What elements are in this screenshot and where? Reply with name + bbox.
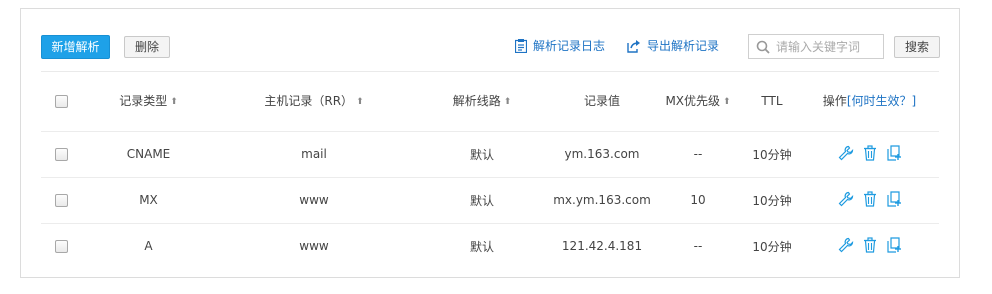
cell-type: MX: [81, 176, 216, 223]
sort-icon: ⬆: [723, 97, 731, 108]
dns-records-panel: 新增解析 删除 解析记录日志 导出解析记录 请输入关键字词 搜索 记录类型 ⬆ …: [20, 8, 960, 278]
table-row: CNAME mail 默认 ym.163.com -- 10分钟: [41, 130, 939, 177]
row-checkbox[interactable]: [54, 148, 68, 161]
cell-mx: 10: [652, 176, 744, 223]
header-select-all: [41, 71, 81, 131]
wrench-icon[interactable]: [838, 145, 854, 161]
add-copy-icon[interactable]: [886, 144, 902, 161]
record-log-label: 解析记录日志: [533, 39, 606, 53]
cell-line: 默认: [412, 222, 552, 269]
header-record-type[interactable]: 记录类型 ⬆: [81, 71, 216, 131]
when-effective-link[interactable]: [何时生效？]: [847, 94, 916, 108]
cell-host: www: [216, 176, 412, 223]
header-ops: 操作[何时生效？]: [822, 94, 917, 109]
dns-records-table: 记录类型 ⬆ 主机记录（RR） ⬆ 解析线路 ⬆ 记录值 MX优先级 ⬆ TTL 操作[…: [41, 71, 939, 269]
export-icon: [627, 40, 640, 53]
table-header-row: 记录类型 ⬆ 主机记录（RR） ⬆ 解析线路 ⬆ 记录值 MX优先级 ⬆ TTL 操作[…: [41, 71, 939, 131]
header-line[interactable]: 解析线路 ⬆: [412, 71, 552, 131]
trash-icon[interactable]: [862, 237, 878, 253]
cell-type: CNAME: [81, 130, 216, 177]
delete-button[interactable]: 删除: [124, 36, 170, 58]
cell-ttl: 10分钟: [744, 176, 800, 223]
cell-ttl: 10分钟: [744, 130, 800, 177]
search-icon: [756, 40, 770, 54]
cell-host: mail: [216, 130, 412, 177]
cell-ttl: 10分钟: [744, 222, 800, 269]
cell-ops: [800, 130, 939, 177]
cell-ops: [800, 222, 939, 269]
export-records-label: 导出解析记录: [647, 39, 720, 53]
toolbar: 新增解析 删除 解析记录日志 导出解析记录 请输入关键字词 搜索: [21, 9, 959, 71]
wrench-icon[interactable]: [838, 237, 854, 253]
cell-line: 默认: [412, 130, 552, 177]
wrench-icon[interactable]: [838, 191, 854, 207]
trash-icon[interactable]: [862, 144, 878, 161]
cell-line: 默认: [412, 176, 552, 223]
record-log-link[interactable]: 解析记录日志: [515, 37, 605, 55]
header-ttl: TTL: [761, 93, 783, 108]
header-mx[interactable]: MX优先级 ⬆: [652, 71, 744, 131]
search-box: [748, 34, 884, 59]
row-checkbox[interactable]: [54, 194, 68, 207]
add-copy-icon[interactable]: [886, 190, 902, 207]
cell-value: ym.163.com: [552, 130, 652, 177]
cell-host: www: [216, 222, 412, 269]
add-record-button[interactable]: 新增解析: [41, 35, 110, 59]
sort-icon: ⬆: [356, 97, 364, 108]
header-value: 记录值: [583, 94, 620, 109]
select-all-checkbox[interactable]: [54, 94, 68, 108]
header-host[interactable]: 主机记录（RR） ⬆: [216, 71, 412, 131]
cell-type: A: [81, 222, 216, 269]
search-button[interactable]: 搜索: [894, 36, 940, 58]
cell-mx: --: [652, 130, 744, 177]
cell-mx: --: [652, 222, 744, 269]
sort-icon: ⬆: [503, 97, 512, 108]
log-icon: [515, 39, 527, 53]
cell-ops: [800, 176, 939, 223]
add-copy-icon[interactable]: [886, 237, 902, 253]
trash-icon[interactable]: [862, 190, 878, 207]
sort-icon: ⬆: [170, 97, 178, 108]
cell-value: mx.ym.163.com: [552, 176, 652, 223]
search-input[interactable]: [776, 36, 876, 57]
table-row: MX www 默认 mx.ym.163.com 10 10分钟: [41, 176, 939, 223]
row-checkbox[interactable]: [54, 240, 68, 254]
cell-value: 121.42.4.181: [552, 222, 652, 269]
export-records-link[interactable]: 导出解析记录: [627, 37, 719, 55]
table-row: A www 默认 121.42.4.181 -- 10分钟: [41, 222, 939, 269]
